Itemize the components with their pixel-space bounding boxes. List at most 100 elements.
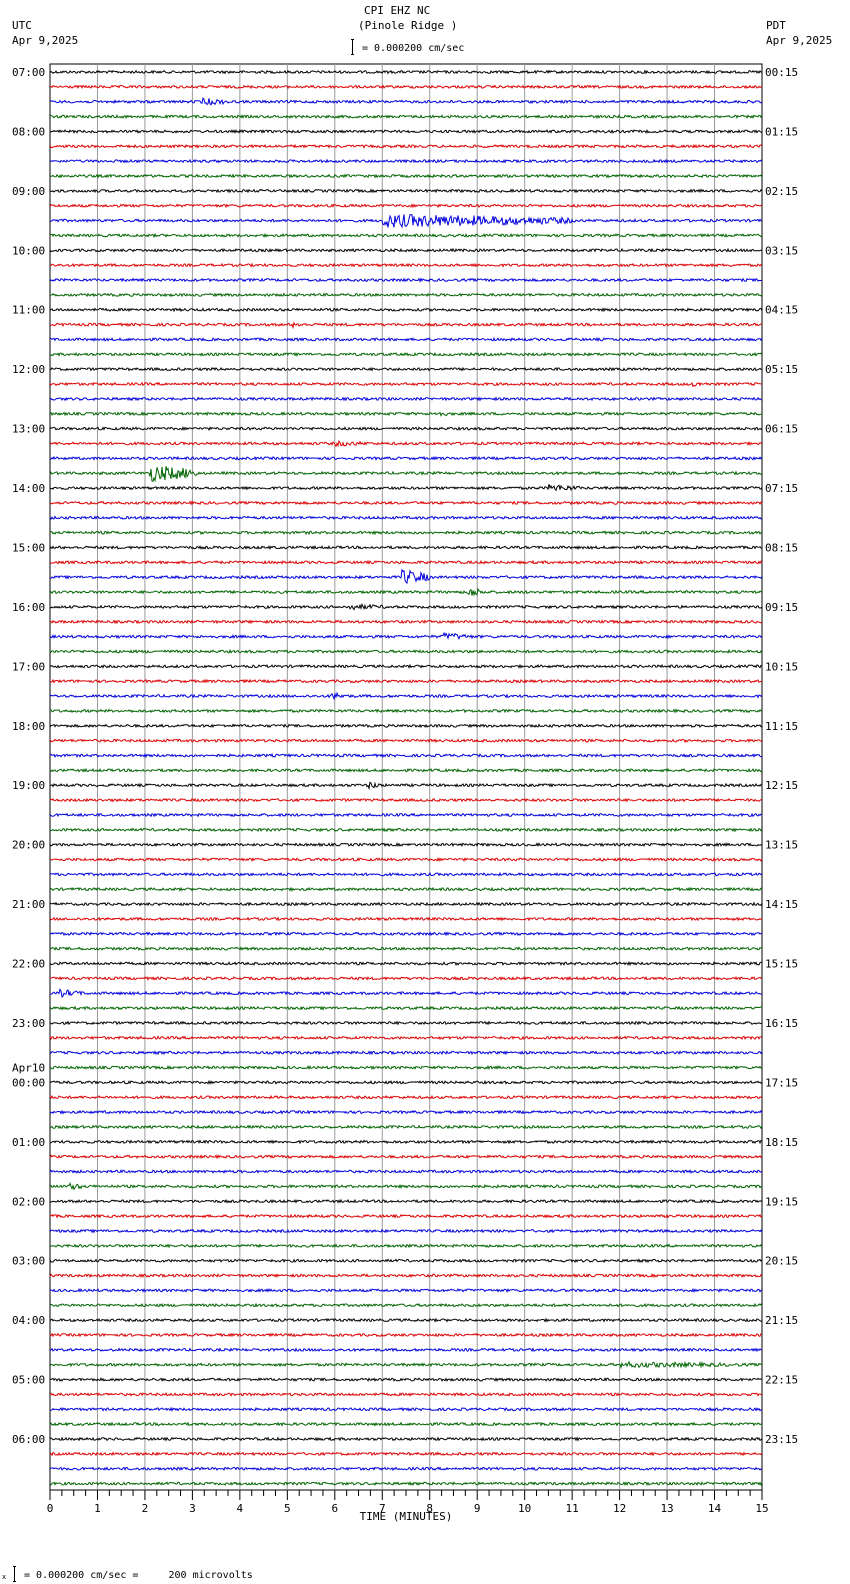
seismic-trace — [49, 1243, 763, 1249]
pdt-hour-label: 15:15 — [765, 958, 798, 971]
date-change-label: Apr10 — [12, 1061, 45, 1074]
utc-hour-label: 19:00 — [12, 779, 45, 792]
pdt-hour-label: 18:15 — [765, 1136, 798, 1149]
x-tick-label: 5 — [284, 1502, 291, 1515]
pdt-hour-label: 10:15 — [765, 660, 798, 673]
seismic-trace — [49, 381, 762, 388]
x-tick-label: 4 — [237, 1502, 244, 1515]
utc-hour-label: 15:00 — [12, 541, 45, 554]
seismic-trace — [49, 723, 763, 729]
pdt-hour-label: 09:15 — [765, 601, 798, 614]
pdt-hour-label: 02:15 — [765, 185, 798, 198]
seismic-trace — [49, 631, 763, 641]
pdt-hour-label: 13:15 — [765, 839, 798, 852]
seismic-trace — [49, 1466, 763, 1472]
seismic-trace — [49, 1198, 763, 1204]
seismic-trace — [49, 1347, 763, 1353]
seismic-trace — [49, 262, 763, 268]
seismic-trace — [49, 515, 763, 521]
seismic-trace — [49, 1332, 763, 1338]
utc-hour-label: 01:00 — [12, 1136, 45, 1149]
x-tick-label: 2 — [142, 1502, 149, 1515]
seismic-trace — [49, 886, 763, 892]
seismic-trace — [49, 568, 763, 585]
pdt-hour-label: 00:15 — [765, 66, 798, 79]
utc-hour-label: 22:00 — [12, 958, 45, 971]
seismic-trace — [49, 466, 763, 483]
seismic-trace — [49, 1169, 763, 1175]
seismic-trace — [49, 188, 763, 194]
seismic-trace — [49, 1360, 763, 1370]
seismic-trace — [49, 602, 763, 611]
pdt-hour-label: 14:15 — [765, 898, 798, 911]
seismic-trace — [49, 351, 763, 357]
helicorder-plot: 07:00 08:00 09:00 10:00 11:00 12:00 13:00 14:00… — [12, 63, 798, 1523]
pdt-hour-label: 11:15 — [765, 720, 798, 733]
seismic-trace — [49, 173, 763, 179]
seismic-trace — [49, 960, 763, 967]
seismic-trace — [49, 1213, 763, 1219]
x-tick-label: 10 — [518, 1502, 531, 1515]
pdt-hour-label: 22:15 — [765, 1374, 798, 1387]
x-tick-label: 11 — [566, 1502, 579, 1515]
seismic-trace — [49, 901, 763, 907]
pdt-hour-label: 17:15 — [765, 1076, 798, 1089]
utc-hour-label: 20:00 — [12, 839, 45, 852]
seismic-trace — [49, 1050, 763, 1056]
seismic-trace — [49, 931, 763, 937]
pdt-hour-label: 19:15 — [765, 1195, 798, 1208]
seismic-trace — [49, 587, 763, 597]
seismic-trace — [49, 871, 763, 877]
seismic-trace — [49, 1451, 763, 1457]
seismic-trace — [49, 500, 763, 506]
seismic-trace — [49, 842, 763, 848]
seismic-trace — [49, 946, 763, 952]
seismic-trace — [49, 484, 763, 492]
seismic-trace — [49, 1065, 763, 1071]
seismic-trace — [49, 292, 763, 298]
x-tick-label: 14 — [708, 1502, 722, 1515]
seismic-trace — [49, 1154, 763, 1160]
seismic-trace — [49, 1392, 763, 1397]
seismic-trace — [49, 752, 762, 759]
pdt-hour-label: 05:15 — [765, 363, 798, 376]
seismic-trace — [49, 1139, 763, 1145]
utc-hour-label: 00:00 — [12, 1076, 45, 1089]
seismic-trace — [49, 336, 763, 343]
seismic-trace — [49, 69, 763, 75]
utc-hour-label: 06:00 — [12, 1433, 45, 1446]
seismic-trace — [49, 691, 763, 701]
utc-hour-label: 02:00 — [12, 1195, 45, 1208]
utc-hour-label: 10:00 — [12, 244, 45, 257]
seismic-trace — [49, 426, 763, 432]
pdt-hour-label: 06:15 — [765, 423, 798, 436]
utc-hour-label: 14:00 — [12, 482, 45, 495]
seismic-trace — [49, 1035, 763, 1041]
seismic-trace — [49, 797, 763, 803]
seismic-trace — [49, 916, 763, 922]
utc-hour-label: 05:00 — [12, 1374, 45, 1387]
seismic-trace — [49, 559, 763, 565]
seismic-trace — [49, 1124, 763, 1130]
seismic-trace — [49, 975, 763, 981]
seismic-trace — [49, 1481, 763, 1487]
seismic-trace — [49, 767, 763, 773]
x-tick-label: 9 — [474, 1502, 481, 1515]
seismic-trace — [49, 158, 763, 164]
utc-hour-label: 03:00 — [12, 1255, 45, 1268]
seismic-trace — [49, 856, 763, 863]
seismic-trace — [49, 544, 762, 551]
utc-hour-label: 11:00 — [12, 304, 45, 317]
pdt-hour-label: 01:15 — [765, 125, 798, 138]
seismic-trace — [49, 307, 763, 313]
seismic-trace — [49, 648, 763, 654]
pdt-hour-label: 08:15 — [765, 541, 798, 554]
utc-hour-label: 18:00 — [12, 720, 45, 733]
seismic-trace — [49, 128, 763, 134]
pdt-hour-label: 12:15 — [765, 779, 798, 792]
seismic-trace — [49, 663, 763, 669]
seismic-trace — [49, 214, 763, 229]
seismic-trace — [49, 1005, 763, 1011]
footer-corner-mark: x — [2, 1573, 7, 1581]
x-tick-label: 12 — [613, 1502, 626, 1515]
